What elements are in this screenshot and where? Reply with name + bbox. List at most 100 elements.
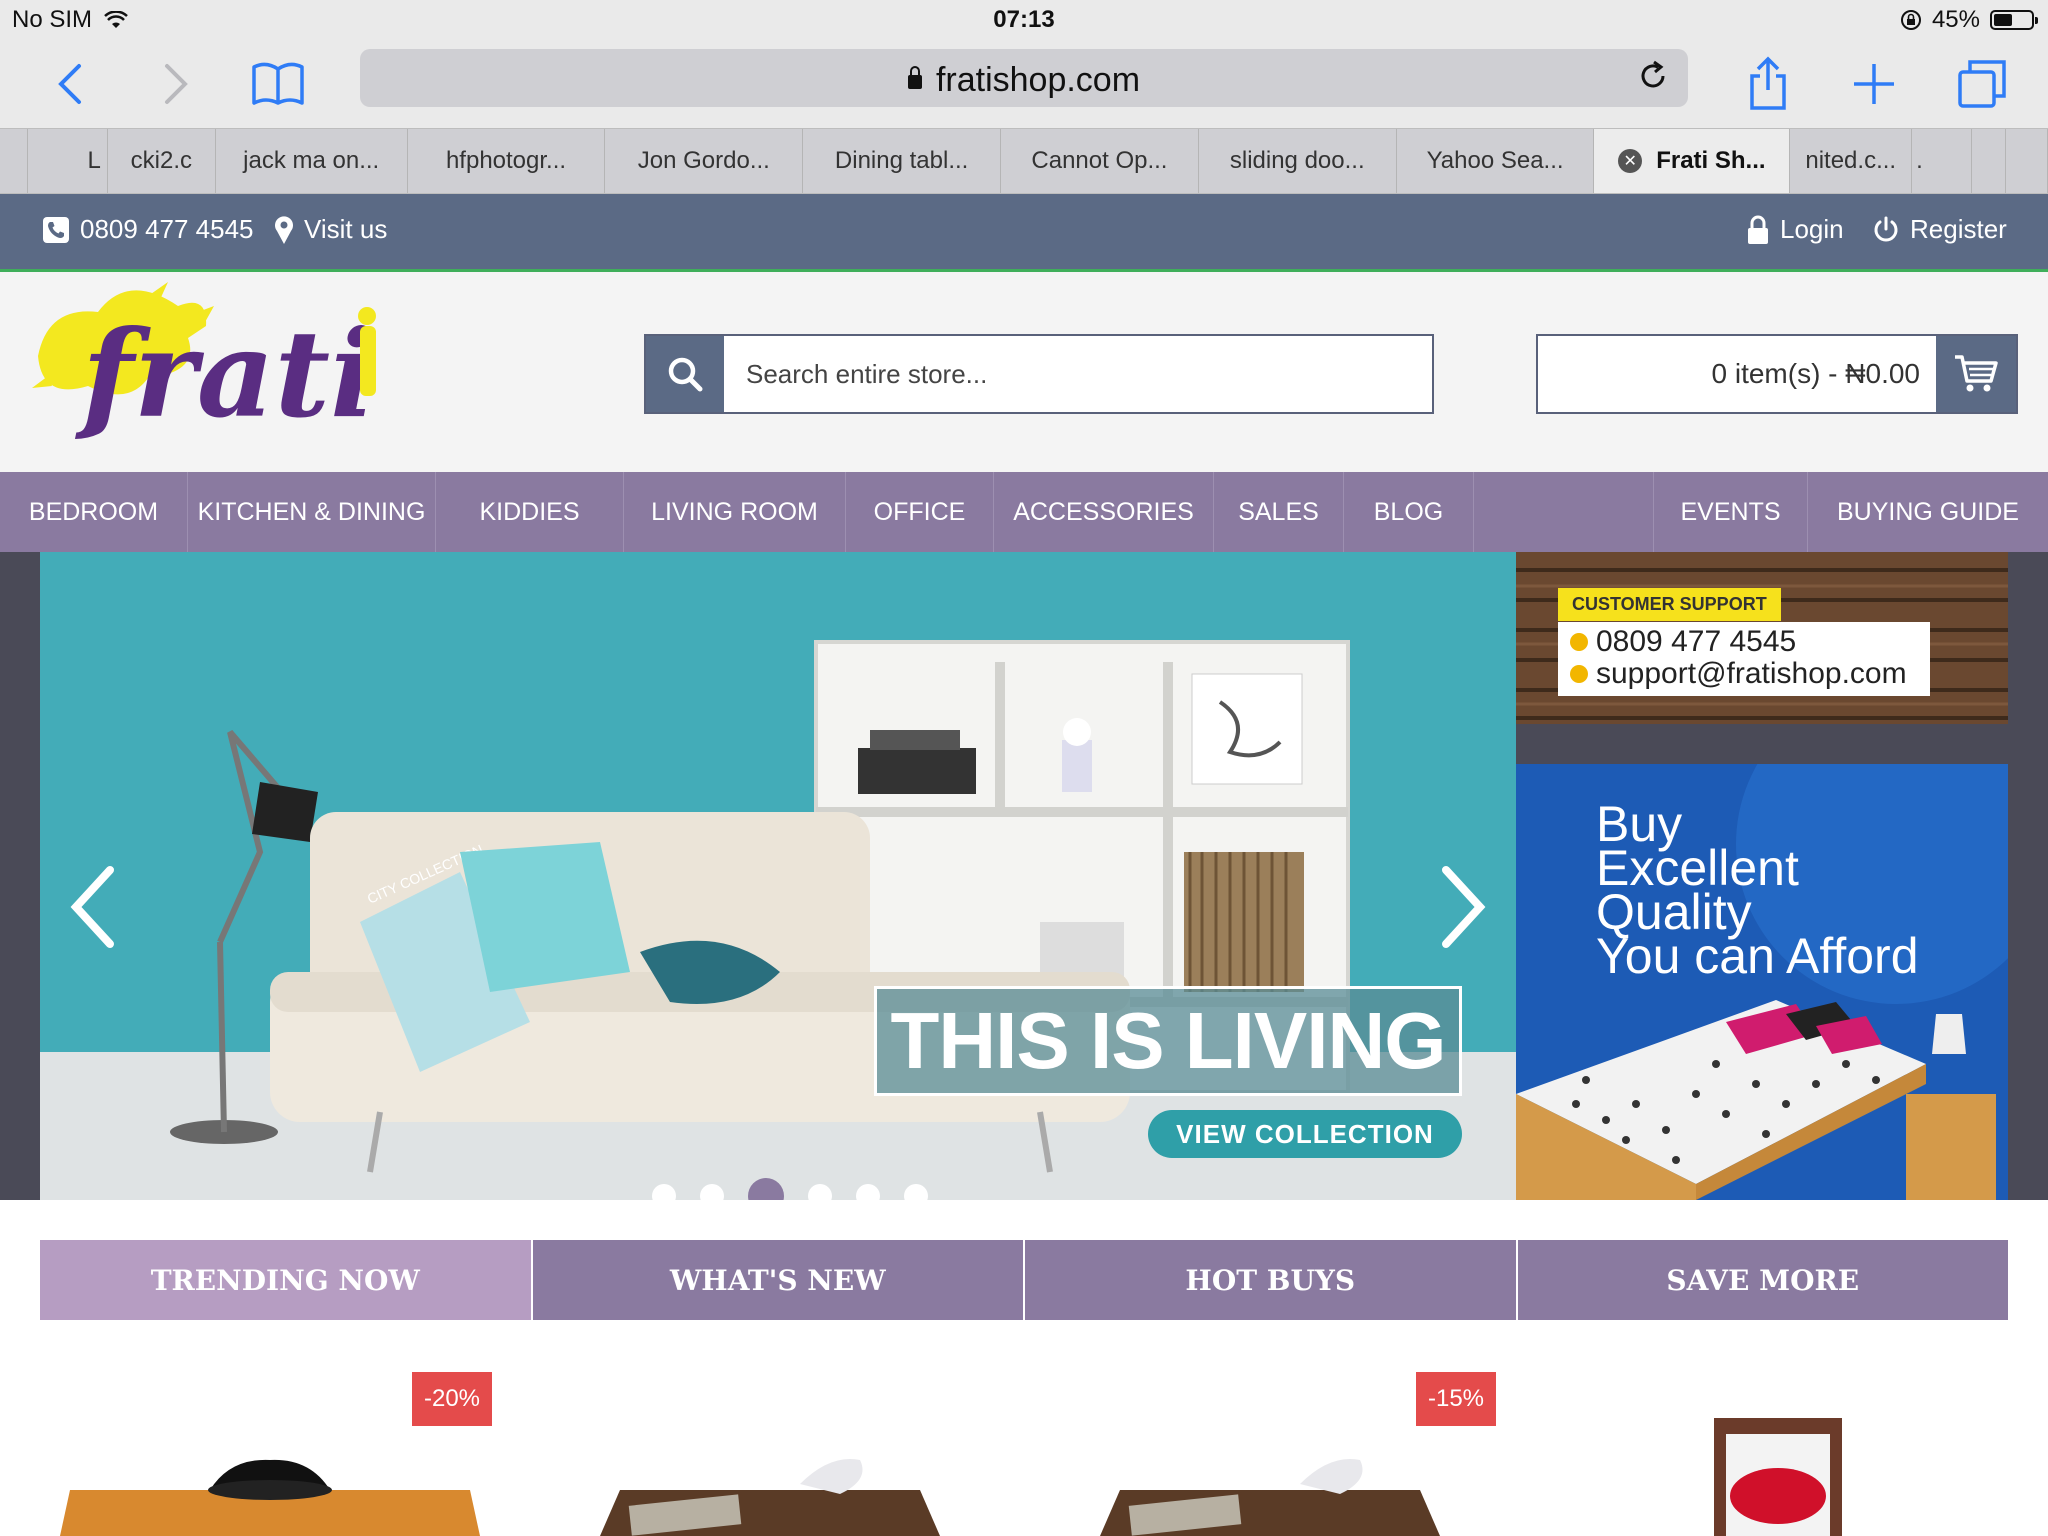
slider-dot[interactable] (856, 1184, 880, 1200)
browser-tab[interactable]: L (28, 129, 108, 193)
browser-tab[interactable]: nited.c... (1790, 129, 1913, 193)
phone-link[interactable]: 0809 477 4545 (42, 214, 254, 245)
nav-events[interactable]: EVENTS (1654, 472, 1808, 552)
share-button[interactable] (1738, 54, 1798, 114)
plus-icon (1854, 64, 1894, 104)
orientation-lock-icon (1900, 10, 1921, 30)
nav-sales[interactable]: SALES (1214, 472, 1344, 552)
promo-banner[interactable]: Buy Excellent Quality You can Afford (1516, 764, 2008, 1200)
cart-icon (1955, 355, 1998, 392)
browser-tab[interactable]: hfphotogr... (408, 129, 606, 193)
slider-dot-active[interactable] (748, 1178, 784, 1200)
lock-icon (907, 66, 922, 89)
slider-dot[interactable] (904, 1184, 928, 1200)
browser-tab[interactable] (1972, 129, 2007, 193)
chevron-right-icon (165, 64, 188, 104)
product-image[interactable] (1710, 1414, 1846, 1536)
tabs-overview-button[interactable] (1952, 54, 2012, 114)
power-icon (1874, 216, 1898, 241)
browser-tab[interactable]: Dining tabl... (803, 129, 1002, 193)
browser-tab[interactable]: . (1912, 129, 1973, 193)
browser-tab[interactable]: sliding doo... (1199, 129, 1397, 193)
slider-dot[interactable] (700, 1184, 724, 1200)
share-icon (1750, 56, 1786, 110)
phone-icon (43, 216, 69, 243)
nav-living-room[interactable]: LIVING ROOM (624, 472, 846, 552)
browser-tab[interactable]: Jon Gordo... (605, 129, 804, 193)
cart-summary: 0 item(s) - ₦0.00 (1711, 358, 1921, 389)
product-strip: -20% -15% (0, 1320, 2048, 1536)
site-header: frati Search entire store... 0 item(s) -… (0, 272, 2048, 472)
support-label: CUSTOMER SUPPORT (1558, 588, 1781, 621)
browser-tab-strip: L cki2.c jack ma on... hfphotogr... Jon … (0, 128, 2048, 194)
search-icon (668, 357, 703, 392)
chevron-right-icon[interactable] (1434, 862, 1494, 952)
nav-kitchen-dining[interactable]: KITCHEN & DINING (188, 472, 436, 552)
customer-support-banner[interactable]: CUSTOMER SUPPORT 0809 477 4545 support@f… (1516, 552, 2008, 724)
battery-percent: 45% (1931, 6, 1980, 33)
clock: 07:13 (993, 6, 1055, 33)
lock-icon (1748, 215, 1768, 244)
browser-tab[interactable]: Cannot Op... (1001, 129, 1199, 193)
search-button[interactable] (646, 336, 724, 412)
register-link[interactable]: Register (1872, 214, 2007, 245)
nav-accessories[interactable]: ACCESSORIES (994, 472, 1214, 552)
slider-dot[interactable] (652, 1184, 676, 1200)
chevron-left-icon (58, 64, 81, 104)
new-tab-button[interactable] (1844, 54, 1904, 114)
url-text: fratishop.com (935, 61, 1141, 99)
tab-trending-now[interactable]: TRENDING NOW (40, 1240, 531, 1320)
nav-blog[interactable]: BLOG (1344, 472, 1474, 552)
phone-icon (1570, 633, 1588, 651)
hero-headline: THIS IS LIVING (874, 986, 1462, 1096)
svg-text:frati: frati (74, 304, 376, 445)
nav-buying-guide[interactable]: BUYING GUIDE (1808, 472, 2048, 552)
browser-tab[interactable] (2006, 129, 2048, 193)
tabs-icon (1958, 60, 2006, 108)
search-box: Search entire store... (644, 334, 1434, 414)
frati-logo[interactable]: frati (28, 276, 398, 468)
browser-tab-active[interactable]: ✕ Frati Sh... (1594, 129, 1791, 193)
living-room-photo: CITY COLLECTION (40, 552, 1516, 1200)
browser-tab[interactable]: cki2.c (108, 129, 216, 193)
browser-toolbar: fratishop.com (0, 40, 2048, 128)
product-image[interactable] (1090, 1450, 1450, 1536)
tab-edge[interactable] (0, 129, 28, 193)
reload-icon[interactable] (1636, 59, 1670, 93)
map-pin-icon (275, 215, 293, 244)
nav-spacer (1474, 472, 1654, 552)
cart-button[interactable] (1936, 336, 2016, 412)
discount-badge: -20% (412, 1372, 492, 1426)
battery-icon (1990, 10, 2038, 30)
cart-box[interactable]: 0 item(s) - ₦0.00 (1536, 334, 2018, 414)
visit-us-link[interactable]: Visit us (274, 214, 387, 245)
login-link[interactable]: Login (1746, 214, 1844, 245)
promo-text: Buy Excellent Quality You can Afford (1596, 796, 1919, 984)
browser-tab[interactable]: Yahoo Sea... (1397, 129, 1595, 193)
tab-whats-new[interactable]: WHAT'S NEW (532, 1240, 1023, 1320)
bookmarks-button[interactable] (248, 54, 308, 114)
book-icon (252, 62, 304, 105)
close-tab-icon[interactable]: ✕ (1618, 149, 1643, 173)
forward-button[interactable] (146, 54, 206, 114)
chevron-left-icon[interactable] (62, 862, 122, 952)
status-bar: No SIM 07:13 45% (0, 0, 2048, 40)
browser-tab[interactable]: jack ma on... (216, 129, 408, 193)
back-button[interactable] (40, 54, 100, 114)
address-bar[interactable]: fratishop.com (360, 49, 1688, 107)
search-input[interactable]: Search entire store... (724, 336, 1432, 412)
discount-badge: -15% (1416, 1372, 1496, 1426)
nav-kiddies[interactable]: KIDDIES (436, 472, 624, 552)
tab-save-more[interactable]: SAVE MORE (1517, 1240, 2008, 1320)
mail-icon (1570, 665, 1588, 683)
view-collection-button[interactable]: VIEW COLLECTION (1148, 1110, 1462, 1158)
nav-bedroom[interactable]: BEDROOM (0, 472, 188, 552)
nav-office[interactable]: OFFICE (846, 472, 994, 552)
tab-hot-buys[interactable]: HOT BUYS (1025, 1240, 1516, 1320)
product-image[interactable] (40, 1450, 480, 1536)
product-image[interactable] (590, 1450, 950, 1536)
slider-dots (652, 1178, 928, 1200)
slider-dot[interactable] (808, 1184, 832, 1200)
hero-slider: CITY COLLECTION THIS IS LIVING VIEW COLL… (40, 552, 1516, 1200)
main-navigation: BEDROOM KITCHEN & DINING KIDDIES LIVING … (0, 472, 2048, 552)
